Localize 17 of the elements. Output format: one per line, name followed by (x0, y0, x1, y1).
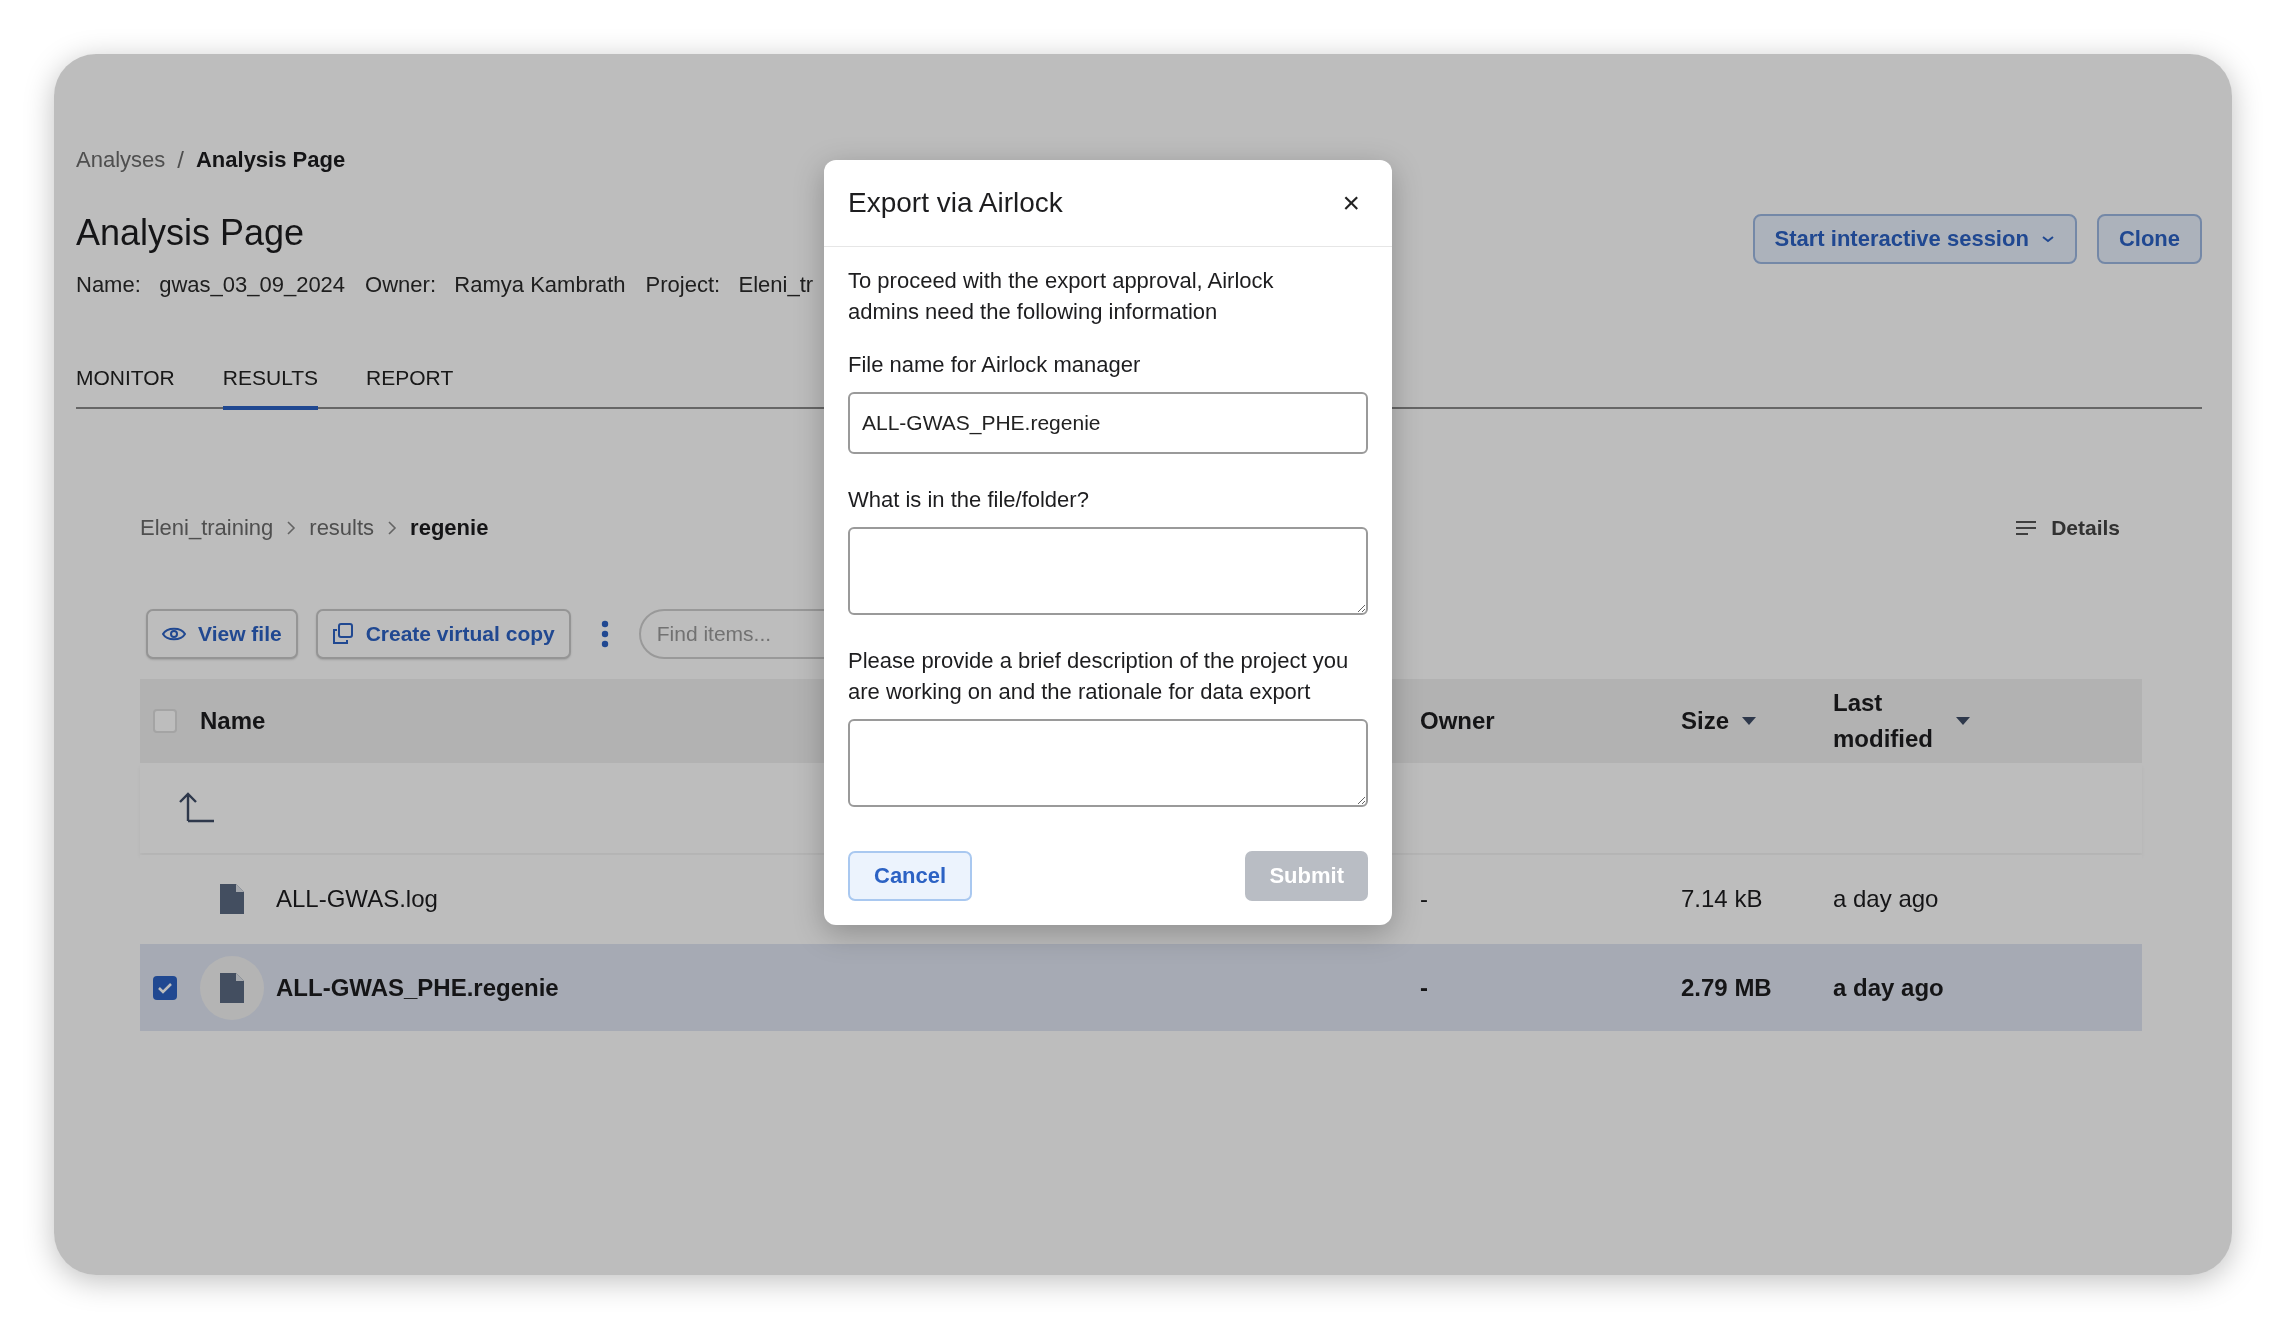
meta-item: Project: Eleni_tr (645, 272, 814, 298)
field-label: What is in the file/folder? (848, 486, 1090, 514)
size-cell-text: 2.79 MB (1681, 973, 1773, 1002)
page-title: Analysis Page (76, 212, 306, 254)
field-label: File name for Airlock manager (848, 351, 1142, 379)
breadcrumb-separator: / (177, 146, 184, 174)
modified-cell-text: a day ago (1833, 973, 1945, 1002)
file-name: ALL-GWAS.log (276, 884, 438, 913)
size-cell-text: 7.14 kB (1681, 884, 1764, 913)
meta-item: Name: gwas_03_09_2024 (76, 272, 346, 298)
dialog-title: Export via Airlock (848, 187, 1063, 219)
file-name: ALL-GWAS_PHE.regenie (276, 973, 559, 1002)
meta-item: Owner: Ramya Kambrath (365, 272, 626, 298)
dialog-intro: To proceed with the export approval, Airlock admins need the following information (848, 267, 1275, 326)
modified-cell-text: a day ago (1833, 884, 1940, 913)
owner-cell-text: - (1419, 884, 1429, 913)
owner-cell-text: - (1419, 973, 1429, 1002)
